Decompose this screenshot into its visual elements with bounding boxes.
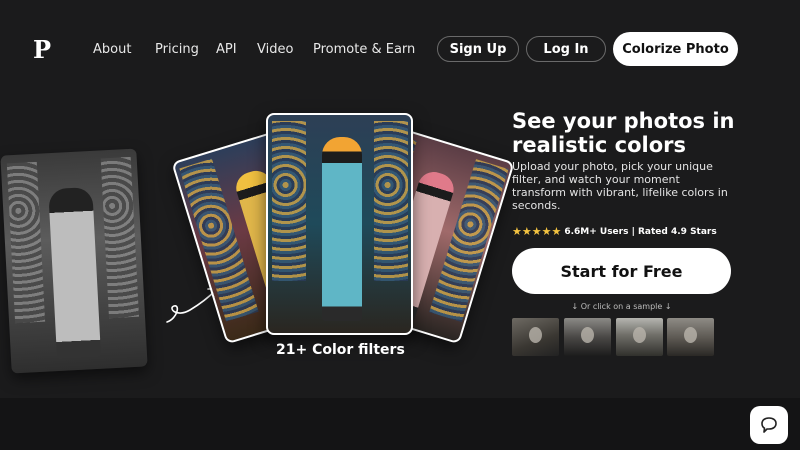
sample-thumbnail-3[interactable] [616, 318, 663, 356]
color-filters-caption: 21+ Color filters [276, 342, 405, 358]
sample-thumbnail-2[interactable] [564, 318, 611, 356]
nav-link-promote-earn[interactable]: Promote & Earn [313, 42, 415, 58]
colorize-photo-button[interactable]: Colorize Photo [613, 32, 738, 66]
rating-text: 6.6M+ Users | Rated 4.9 Stars [564, 227, 717, 237]
hero-title: See your photos in realistic colors [512, 109, 735, 157]
colorized-photo-card-center [266, 113, 413, 335]
sample-hint: ↓ Or click on a sample ↓ [571, 302, 672, 311]
start-for-free-button[interactable]: Start for Free [512, 248, 731, 294]
nav-link-pricing[interactable]: Pricing [155, 42, 199, 58]
footer-band [0, 398, 800, 450]
sample-thumbnail-4[interactable] [667, 318, 714, 356]
login-button[interactable]: Log In [526, 36, 606, 62]
chat-button[interactable] [750, 406, 788, 444]
hero-subtitle: Upload your photo, pick your unique filt… [512, 160, 728, 212]
nav-link-api[interactable]: API [216, 42, 237, 58]
chat-bubble-icon [761, 417, 777, 433]
rating: ★★★★★ 6.6M+ Users | Rated 4.9 Stars [512, 225, 717, 239]
nav-link-video[interactable]: Video [257, 42, 293, 58]
nav-link-about[interactable]: About [93, 42, 131, 58]
signup-button[interactable]: Sign Up [437, 36, 519, 62]
sample-thumbnail-1[interactable] [512, 318, 559, 356]
black-and-white-photo [0, 148, 148, 374]
star-rating-icon: ★★★★★ [512, 225, 562, 238]
logo[interactable]: P [33, 36, 55, 64]
